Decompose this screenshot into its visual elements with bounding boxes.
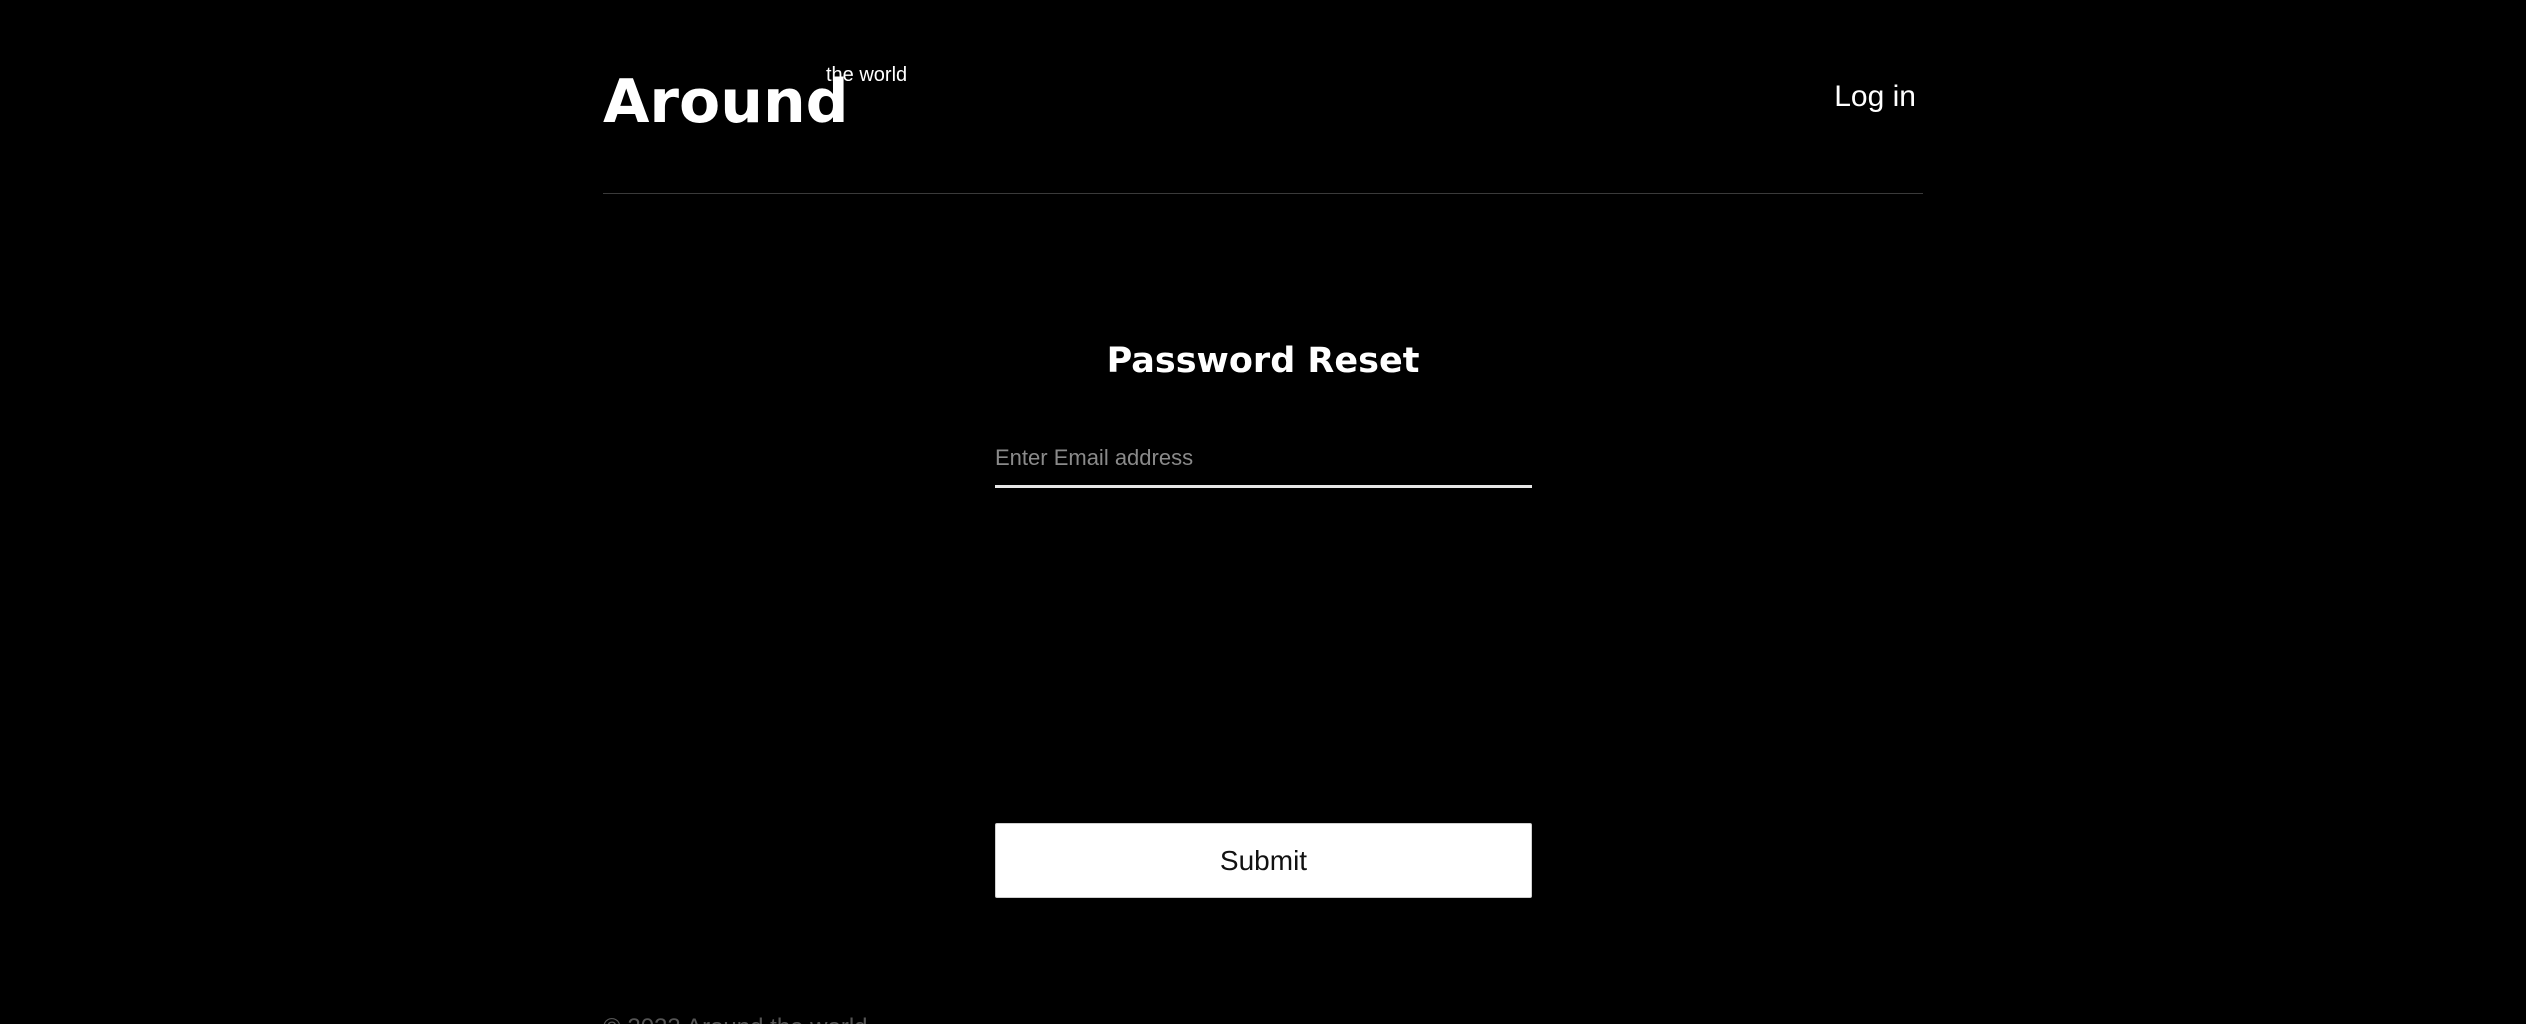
logo-wordmark[interactable]: Around bbox=[603, 72, 849, 132]
site-header: Around the world Log in bbox=[603, 0, 1923, 194]
footer-copyright: © 2023 Around the world bbox=[603, 1014, 868, 1024]
submit-button[interactable]: Submit bbox=[995, 823, 1532, 898]
password-reset-page: Around the world Log in Password Reset S… bbox=[0, 0, 2526, 1024]
logo-tagline: the world bbox=[826, 64, 908, 86]
page-title: Password Reset bbox=[1106, 341, 1420, 382]
login-link[interactable]: Log in bbox=[1834, 80, 1916, 114]
email-field[interactable] bbox=[995, 430, 1532, 488]
